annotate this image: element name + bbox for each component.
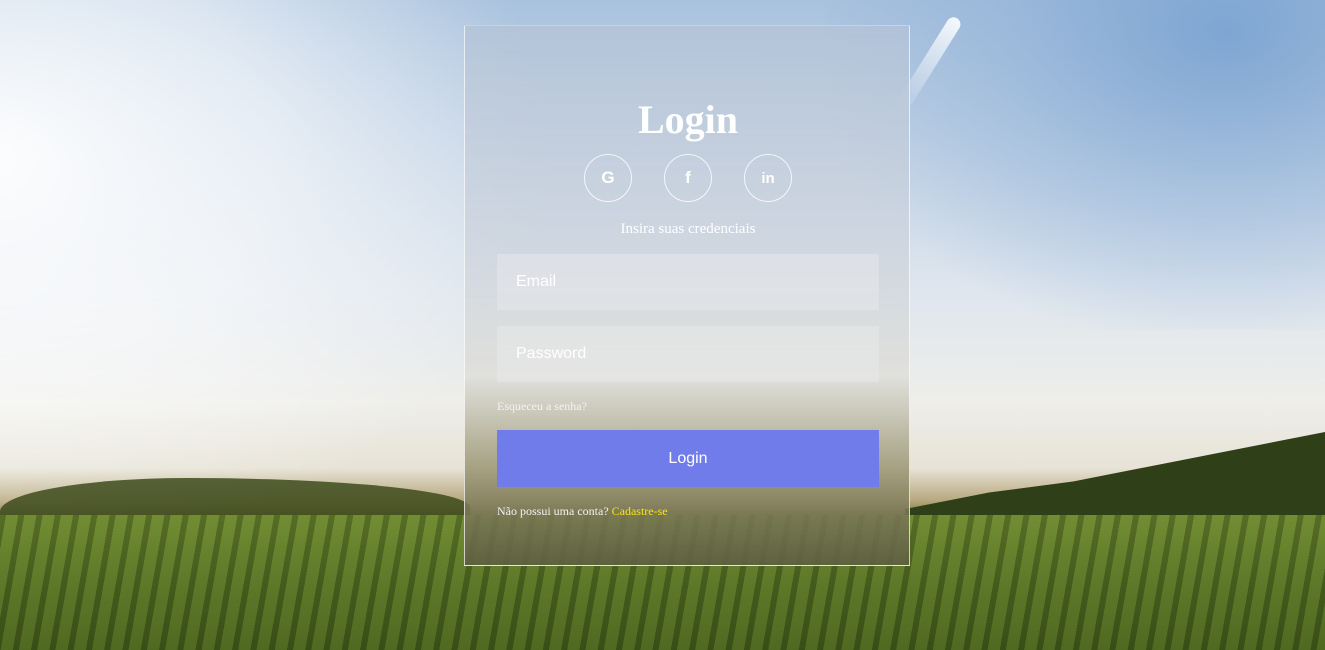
password-field[interactable] (497, 326, 879, 382)
signup-row: Não possui uma conta? Cadastre-se (497, 504, 668, 519)
google-icon: G (601, 168, 615, 187)
background-scene: Login G f in Insira suas credenciais Esq… (0, 0, 1325, 650)
credentials-prompt: Insira suas credenciais (620, 221, 756, 237)
forgot-password-link[interactable]: Esqueceu a senha? (497, 399, 587, 414)
email-field[interactable] (497, 254, 879, 310)
facebook-login-button[interactable]: f (664, 154, 712, 202)
linkedin-icon: in (761, 169, 775, 187)
login-title: Login (637, 97, 739, 142)
linkedin-login-button[interactable]: in (744, 154, 792, 202)
facebook-icon: f (685, 168, 691, 187)
signup-prompt: Não possui uma conta? (497, 504, 609, 518)
social-login-group: G f in (465, 154, 911, 202)
google-login-button[interactable]: G (584, 154, 632, 202)
login-button[interactable]: Login (497, 430, 879, 487)
login-card: Login G f in Insira suas credenciais Esq… (464, 25, 910, 566)
signup-link[interactable]: Cadastre-se (612, 504, 668, 518)
